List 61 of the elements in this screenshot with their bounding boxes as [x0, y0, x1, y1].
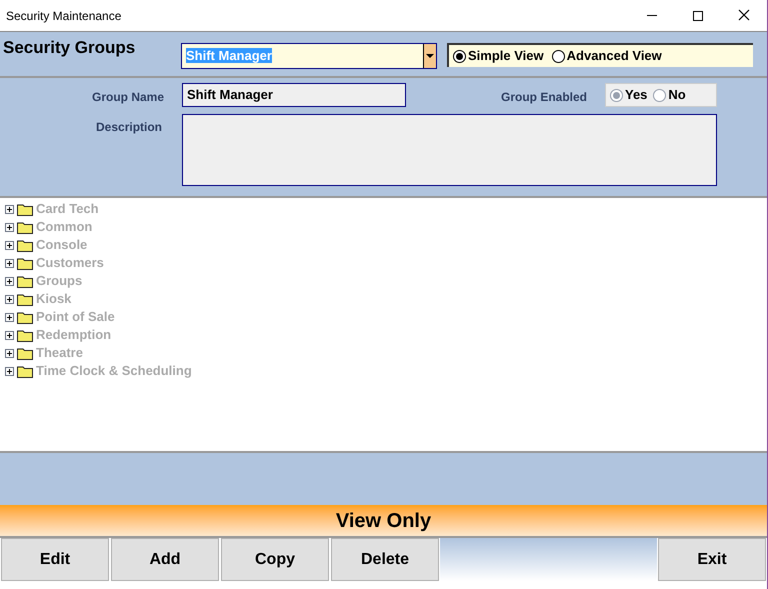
- expand-icon[interactable]: [5, 312, 14, 322]
- tree-item[interactable]: Card Tech: [5, 200, 767, 218]
- expand-icon[interactable]: [5, 258, 14, 268]
- field-label: Group Enabled: [501, 89, 588, 106]
- expand-icon[interactable]: [5, 366, 14, 376]
- tree-label: Theatre: [36, 344, 83, 362]
- radio-label: Advanced View: [566, 47, 662, 66]
- folder-icon: [17, 328, 33, 342]
- folder-icon: [17, 346, 33, 360]
- tree-item[interactable]: Common: [5, 218, 767, 236]
- tree-item[interactable]: Groups: [5, 272, 767, 290]
- tree-item[interactable]: Customers: [5, 254, 767, 272]
- tree-label: Common: [36, 218, 92, 236]
- field-label: Group Name: [92, 89, 164, 106]
- tree-item[interactable]: Kiosk: [5, 290, 767, 308]
- folder-icon: [17, 274, 33, 288]
- section-title: Security Groups: [3, 37, 136, 59]
- expand-icon[interactable]: [5, 240, 14, 250]
- folder-icon: [17, 220, 33, 234]
- folder-icon: [17, 256, 33, 270]
- dropdown-value: Shift Manager: [186, 48, 272, 63]
- tree-label: Customers: [36, 254, 104, 272]
- action-button[interactable]: Delete: [331, 538, 439, 581]
- radio-label: No: [668, 86, 686, 104]
- action-button[interactable]: Add: [111, 538, 219, 581]
- expand-icon[interactable]: [5, 294, 14, 304]
- tree-label: Time Clock & Scheduling: [36, 362, 192, 380]
- radio-label: Simple View: [468, 47, 544, 66]
- folder-icon: [17, 202, 33, 216]
- tree-item[interactable]: Console: [5, 236, 767, 254]
- exit-button[interactable]: Exit: [658, 538, 766, 581]
- expand-icon[interactable]: [5, 276, 14, 286]
- expand-icon[interactable]: [5, 330, 14, 340]
- tree-label: Console: [36, 236, 88, 254]
- tree-item[interactable]: Time Clock & Scheduling: [5, 362, 767, 380]
- radio-button[interactable]: [453, 50, 466, 62]
- folder-icon: [17, 310, 33, 324]
- folder-icon: [17, 292, 33, 306]
- tree-label: Point of Sale: [36, 308, 115, 326]
- tree-label: Groups: [36, 272, 82, 290]
- window-title: Security Maintenance: [6, 8, 122, 24]
- group-dropdown[interactable]: Shift Manager: [181, 43, 437, 69]
- folder-icon: [17, 364, 33, 378]
- action-button[interactable]: Edit: [1, 538, 109, 581]
- expand-icon[interactable]: [5, 348, 14, 358]
- radio-button[interactable]: [552, 50, 565, 62]
- radio-label: Yes: [625, 86, 648, 104]
- action-button[interactable]: Copy: [221, 538, 329, 581]
- tree-item[interactable]: Point of Sale: [5, 308, 767, 326]
- tree-label: Card Tech: [36, 200, 99, 218]
- expand-icon[interactable]: [5, 222, 14, 232]
- group-name-field[interactable]: Shift Manager: [182, 83, 406, 107]
- tree-label: Redemption: [36, 326, 112, 344]
- expand-icon[interactable]: [5, 204, 14, 214]
- banner-text: View Only: [336, 508, 432, 534]
- field-label: Description: [96, 119, 162, 136]
- description-field[interactable]: [182, 114, 717, 186]
- tree-label: Kiosk: [36, 290, 72, 308]
- tree-item[interactable]: Redemption: [5, 326, 767, 344]
- tree-item[interactable]: Theatre: [5, 344, 767, 362]
- folder-icon: [17, 238, 33, 252]
